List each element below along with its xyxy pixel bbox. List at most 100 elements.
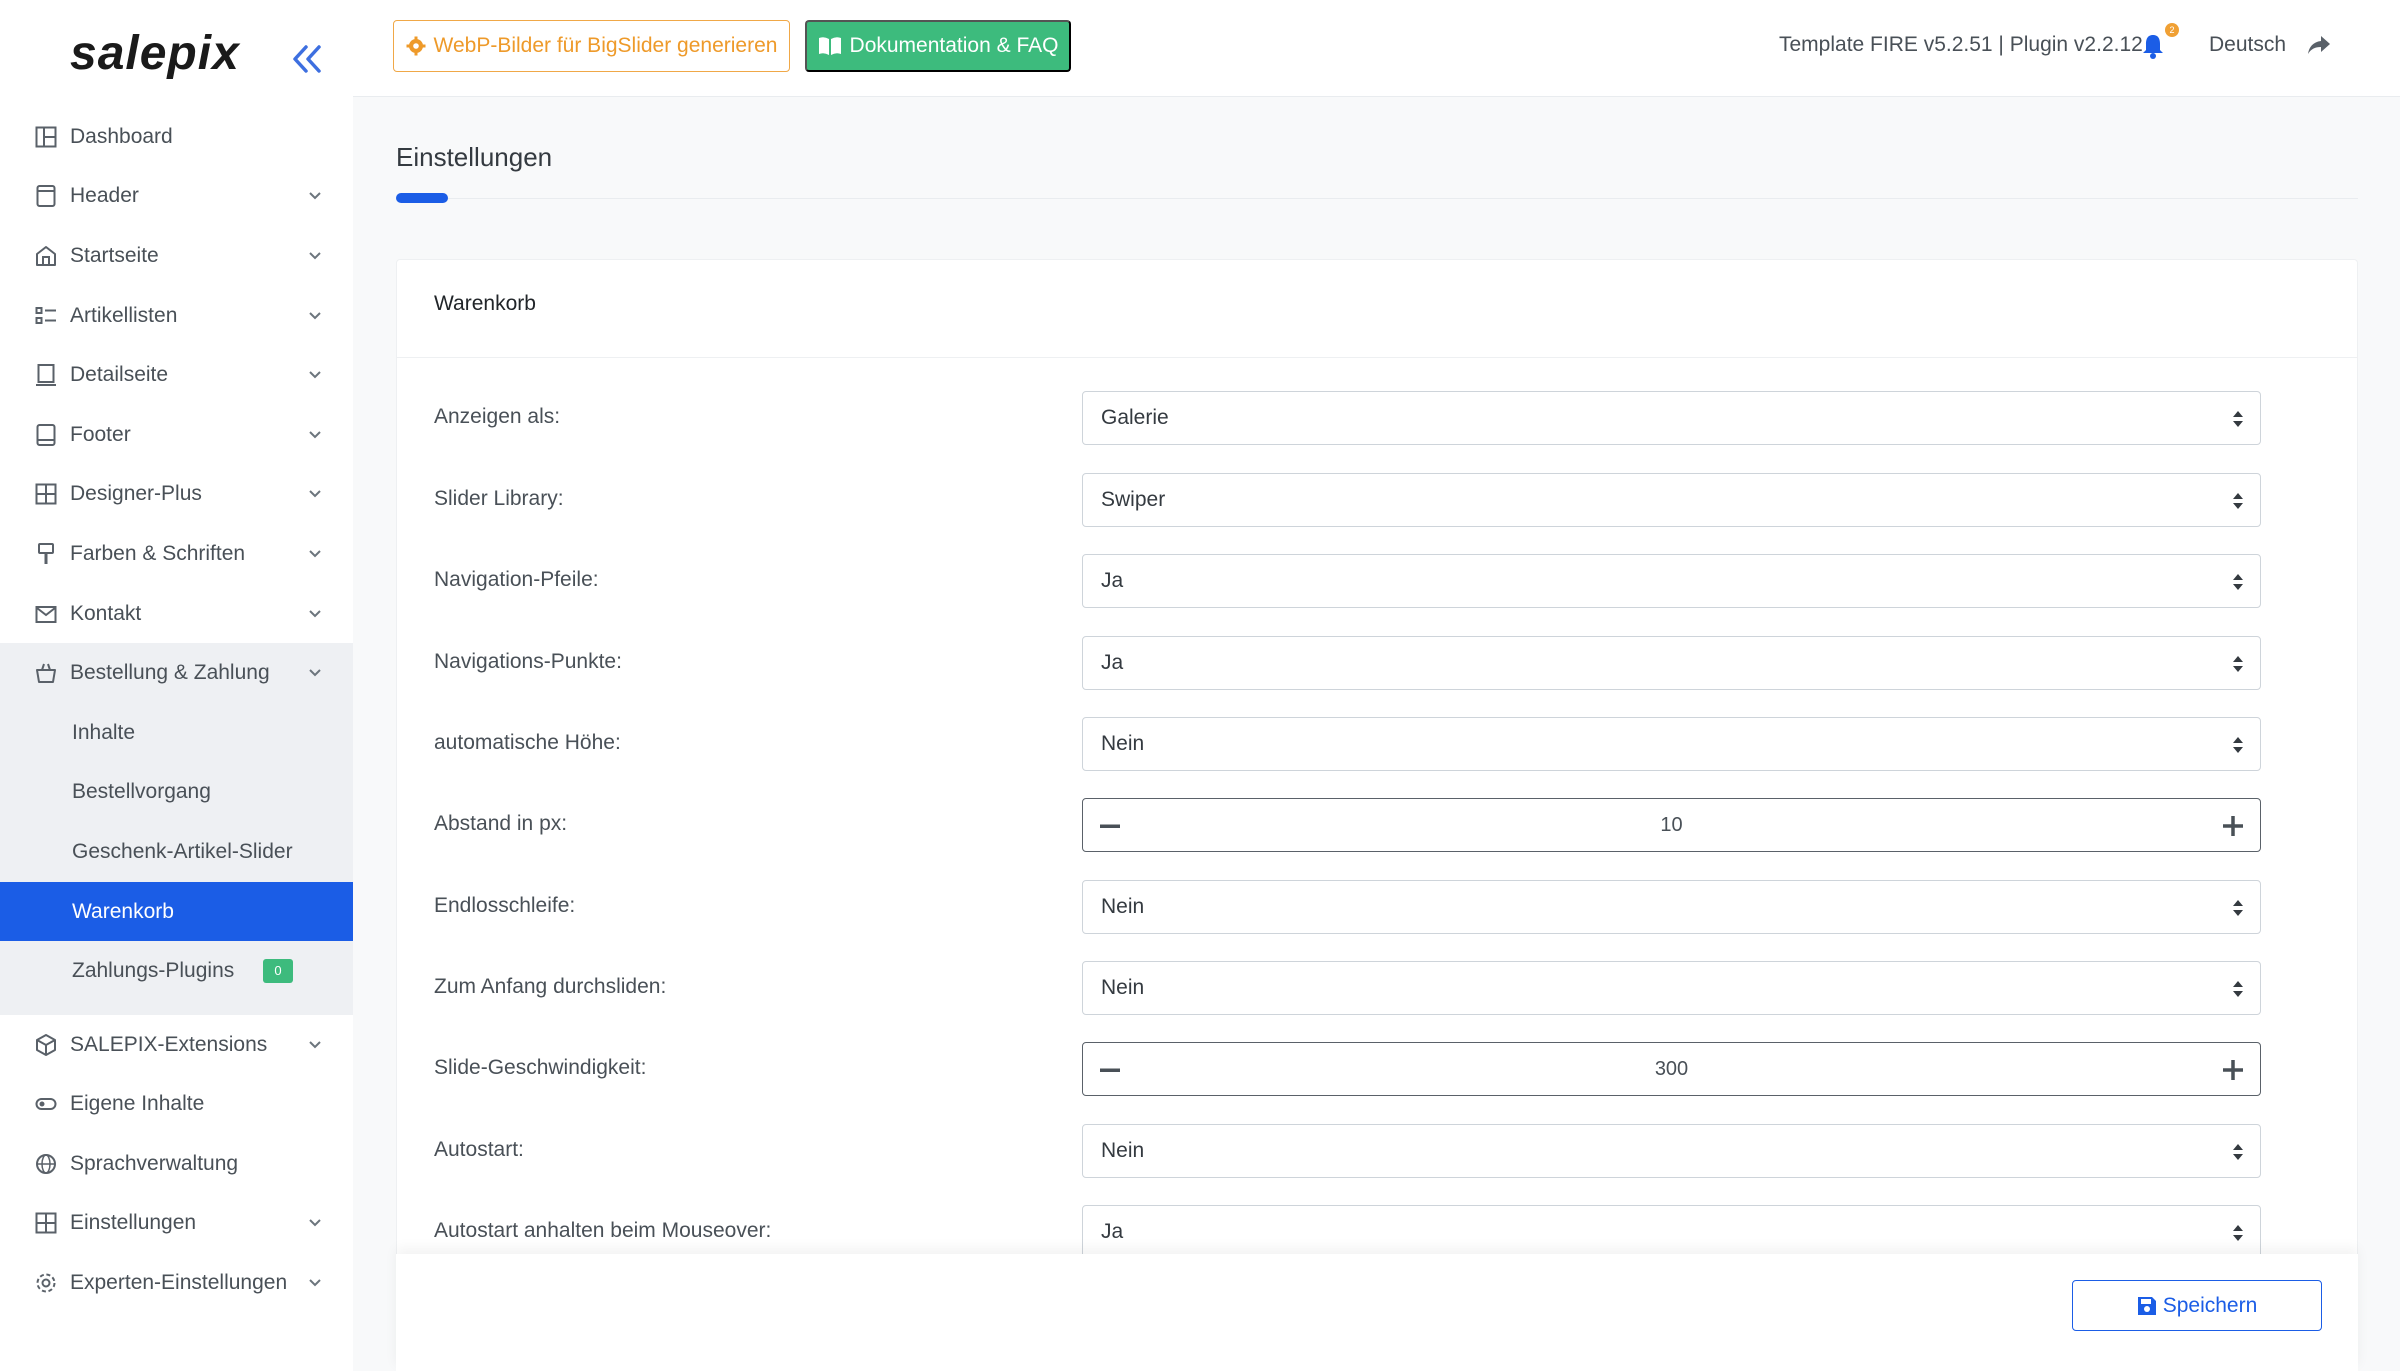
field-row-abstand-in-px: Abstand in px: 10: [397, 798, 2359, 852]
autostart-mouseover-select[interactable]: Ja: [1082, 1205, 2261, 1259]
title-underline-accent: [396, 193, 448, 203]
sidebar-item-farben-schriften[interactable]: Farben & Schriften: [0, 524, 353, 584]
sort-arrows-icon: [2233, 900, 2243, 916]
field-row-anzeigen-als: Anzeigen als: Galerie: [397, 391, 2359, 445]
field-label: Navigation-Pfeile:: [434, 568, 599, 591]
field-label: Autostart anhalten beim Mouseover:: [434, 1219, 772, 1242]
sort-arrows-icon: [2233, 737, 2243, 753]
sidebar-item-label: Einstellungen: [70, 1211, 197, 1235]
save-label: Speichern: [2162, 1293, 2258, 1317]
sidebar-subitem-bestellvorgang[interactable]: Bestellvorgang: [0, 763, 353, 823]
sidebar-item-kontakt[interactable]: Kontakt: [0, 584, 353, 644]
field-row-navigations-punkte: Navigations-Punkte: Ja: [397, 636, 2359, 690]
gear-icon: [36, 1273, 56, 1293]
sidebar-item-dashboard[interactable]: Dashboard: [0, 107, 353, 167]
sort-arrows-icon: [2233, 981, 2243, 997]
documentation-button[interactable]: Dokumentation & FAQ: [805, 20, 1071, 72]
sidebar-item-label: Kontakt: [70, 601, 142, 625]
globe-icon: [36, 1153, 56, 1174]
generate-webp-button[interactable]: WebP-Bilder für BigSlider generieren: [393, 20, 790, 72]
grid-icon: [35, 1212, 57, 1234]
cube-icon: [36, 1033, 56, 1056]
chevron-down-icon: [309, 431, 321, 439]
endlosschleife-select[interactable]: Nein: [1082, 880, 2261, 934]
slider-library-select[interactable]: Swiper: [1082, 473, 2261, 527]
chevron-down-icon: [309, 192, 321, 200]
sidebar: salepix Dashboard Header Startseite Arti…: [0, 0, 353, 1371]
sidebar-item-footer[interactable]: Footer: [0, 405, 353, 465]
navigations-punkte-select[interactable]: Ja: [1082, 636, 2261, 690]
abstand-stepper: 10: [1082, 798, 2261, 852]
sidebar-item-bestellung-zahlung[interactable]: Bestellung & Zahlung: [0, 643, 353, 703]
sidebar-item-designer-plus[interactable]: Designer-Plus: [0, 465, 353, 525]
sidebar-item-header[interactable]: Header: [0, 167, 353, 227]
footer-icon: [36, 423, 56, 446]
list-icon: [35, 306, 56, 324]
sidebar-subitem-zahlungs-plugins[interactable]: Zahlungs-Plugins 0: [0, 941, 353, 1001]
sidebar-item-label: Bestellung & Zahlung: [70, 661, 270, 685]
chevron-down-icon: [309, 1040, 321, 1049]
sort-arrows-icon: [2233, 411, 2243, 427]
field-label: Anzeigen als:: [434, 405, 561, 428]
select-value: Nein: [1101, 1139, 1145, 1162]
sidebar-item-eigene-inhalte[interactable]: Eigene Inhalte: [0, 1075, 353, 1135]
sidebar-subitem-label: Geschenk-Artikel-Slider: [72, 839, 293, 863]
autostart-select[interactable]: Nein: [1082, 1124, 2261, 1178]
page-title: Einstellungen: [396, 142, 553, 172]
language-selector[interactable]: Deutsch: [2209, 33, 2286, 57]
sidebar-subitem-geschenk-artikel-slider[interactable]: Geschenk-Artikel-Slider: [0, 822, 353, 882]
header-icon: [36, 185, 56, 208]
sidebar-item-sprachverwaltung[interactable]: Sprachverwaltung: [0, 1134, 353, 1194]
sidebar-item-einstellungen[interactable]: Einstellungen: [0, 1194, 353, 1254]
sidebar-item-label: Startseite: [70, 243, 159, 267]
save-bar: Speichern: [396, 1254, 2358, 1371]
salepix-logo[interactable]: salepix: [70, 26, 240, 81]
share-arrow-icon[interactable]: [2307, 34, 2331, 56]
anzeigen-als-select[interactable]: Galerie: [1082, 391, 2261, 445]
navigation-pfeile-select[interactable]: Ja: [1082, 554, 2261, 608]
detail-page-icon: [36, 364, 56, 387]
plus-icon[interactable]: [2222, 815, 2244, 837]
floppy-disk-icon: [2137, 1296, 2156, 1315]
field-label: Slider Library:: [434, 487, 564, 510]
stepper-value[interactable]: 10: [1083, 814, 2260, 837]
sidebar-item-label: Artikellisten: [70, 303, 178, 327]
sidebar-item-label: SALEPIX-Extensions: [70, 1032, 268, 1056]
mail-icon: [35, 605, 57, 623]
field-label: automatische Höhe:: [434, 731, 621, 754]
sidebar-item-artikellisten[interactable]: Artikellisten: [0, 286, 353, 346]
sidebar-item-salepix-extensions[interactable]: SALEPIX-Extensions: [0, 1015, 353, 1075]
logo-row: salepix: [0, 0, 353, 120]
count-badge: 0: [263, 959, 293, 984]
card-title: Warenkorb: [434, 292, 536, 315]
sidebar-subitem-warenkorb[interactable]: Warenkorb: [0, 881, 353, 942]
field-label: Abstand in px:: [434, 812, 568, 835]
zum-anfang-durchsliden-select[interactable]: Nein: [1082, 961, 2261, 1015]
sidebar-subitem-label: Warenkorb: [72, 899, 174, 923]
sidebar-item-detailseite[interactable]: Detailseite: [0, 345, 353, 405]
chevron-down-icon: [309, 311, 321, 319]
select-value: Ja: [1101, 1220, 1124, 1243]
chevron-down-icon: [309, 490, 321, 498]
sidebar-subitem-label: Inhalte: [72, 720, 136, 744]
save-button[interactable]: Speichern: [2072, 1280, 2322, 1331]
plus-icon[interactable]: [2222, 1059, 2244, 1081]
field-row-autostart: Autostart: Nein: [397, 1124, 2359, 1178]
sidebar-item-label: Header: [70, 184, 139, 208]
sidebar-item-label: Detailseite: [70, 363, 169, 387]
sidebar-item-experten-einstellungen[interactable]: Experten-Einstellungen: [0, 1253, 353, 1313]
automatische-hoehe-select[interactable]: Nein: [1082, 717, 2261, 771]
field-label: Endlosschleife:: [434, 894, 576, 917]
select-value: Nein: [1101, 732, 1145, 755]
chevron-down-icon: [309, 609, 321, 617]
stepper-value[interactable]: 300: [1083, 1058, 2260, 1081]
double-chevron-left-icon[interactable]: [290, 42, 324, 76]
select-value: Ja: [1101, 569, 1124, 592]
sidebar-item-startseite[interactable]: Startseite: [0, 226, 353, 286]
documentation-label: Dokumentation & FAQ: [849, 34, 1059, 57]
settings-card: Warenkorb Anzeigen als: Galerie Slider L…: [396, 259, 2358, 1371]
bell-icon[interactable]: [2141, 32, 2165, 60]
sidebar-subitem-inhalte[interactable]: Inhalte: [0, 703, 353, 763]
sidebar-nav: Dashboard Header Startseite Artikelliste…: [0, 107, 353, 1313]
sidebar-submenu: Inhalte Bestellvorgang Geschenk-Artikel-…: [0, 702, 353, 1015]
